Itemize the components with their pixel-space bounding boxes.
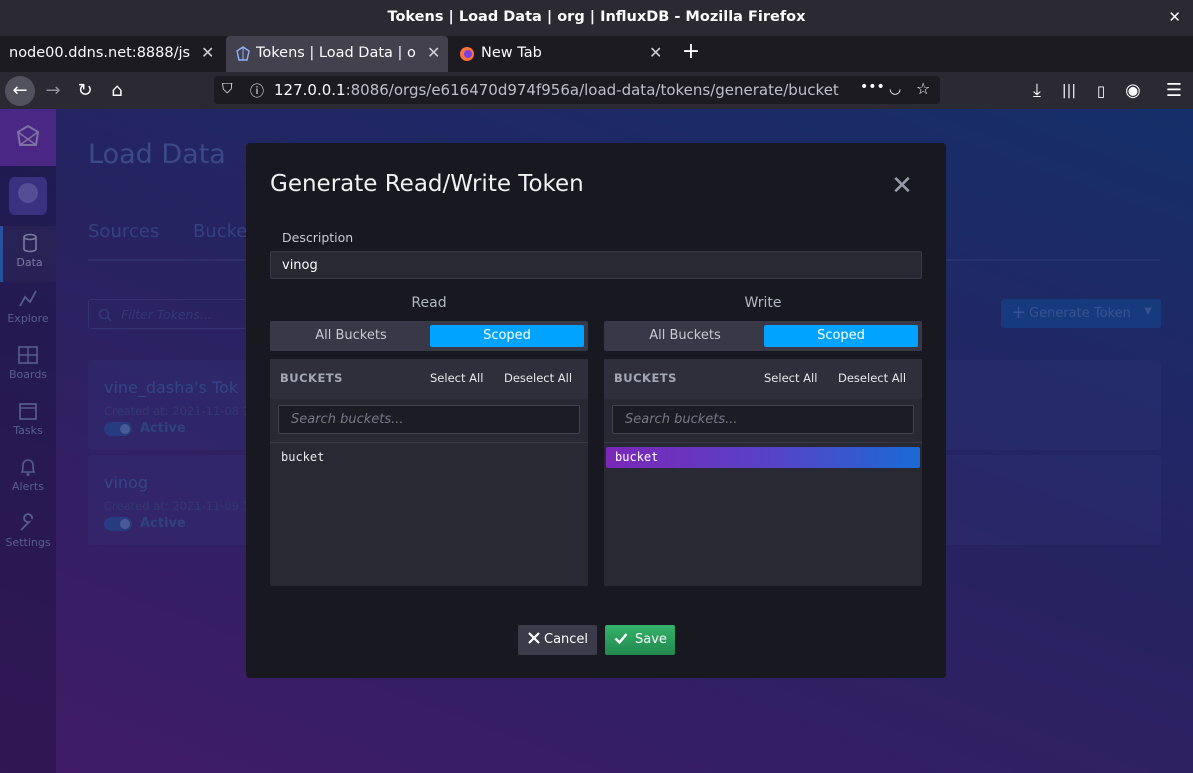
influxdb-favicon-icon <box>236 46 250 61</box>
downloads-icon[interactable]: ⤓ <box>1023 77 1051 105</box>
write-deselect-all-button[interactable]: Deselect All <box>838 371 906 385</box>
save-button[interactable]: Save <box>605 625 675 655</box>
tab-label: New Tab <box>481 45 542 61</box>
influxdb-app: Data Explore Boards Tasks Alerts Setting… <box>0 109 1193 773</box>
read-buckets-title: BUCKETS <box>280 371 343 385</box>
pocket-icon[interactable]: ◡ <box>889 81 901 97</box>
close-icon[interactable]: ✕ <box>890 173 914 199</box>
description-label: Description <box>282 230 354 245</box>
write-bucket-search-input[interactable]: Search buckets... <box>612 405 914 434</box>
description-input[interactable]: vinog <box>270 251 922 279</box>
back-arrow-icon[interactable]: ← <box>5 76 35 106</box>
write-buckets-panel: BUCKETS Select All Deselect All Search b… <box>604 359 922 586</box>
read-select-all-button[interactable]: Select All <box>430 371 483 385</box>
write-all-buckets-option[interactable]: All Buckets <box>608 325 762 347</box>
write-buckets-header: BUCKETS Select All Deselect All <box>604 359 922 399</box>
description-value: vinog <box>282 258 318 273</box>
bookmark-star-icon[interactable]: ☆ <box>916 79 930 98</box>
tab-label: node00.ddns.net:8888/js <box>9 45 191 61</box>
url-text[interactable]: 127.0.0.1:8086/orgs/e616470d974f956a/loa… <box>274 81 854 99</box>
checkmark-icon <box>614 633 628 645</box>
tab-node00[interactable]: node00.ddns.net:8888/js ✕ <box>0 36 224 72</box>
library-icon[interactable]: ||| <box>1055 77 1083 105</box>
read-deselect-all-button[interactable]: Deselect All <box>504 371 572 385</box>
window-close-icon[interactable]: ✕ <box>1168 8 1181 26</box>
modal-title: Generate Read/Write Token <box>270 171 584 197</box>
cancel-button[interactable]: Cancel <box>518 625 597 655</box>
divider <box>270 442 588 443</box>
url-bar[interactable]: ⛉ ⓘ 127.0.0.1:8086/orgs/e616470d974f956a… <box>214 76 940 104</box>
menu-hamburger-icon[interactable]: ☰ <box>1160 77 1188 105</box>
cancel-label: Cancel <box>544 632 589 647</box>
url-host: 127.0.0.1 <box>274 81 346 99</box>
write-buckets-title: BUCKETS <box>614 371 677 385</box>
url-path: :8086/orgs/e616470d974f956a/load-data/to… <box>345 81 839 99</box>
home-icon[interactable]: ⌂ <box>103 77 131 105</box>
shield-icon[interactable]: ⛉ <box>222 81 233 97</box>
site-info-icon[interactable]: ⓘ <box>250 81 264 101</box>
read-bucket-item[interactable]: bucket <box>272 447 586 468</box>
tab-tokens[interactable]: Tokens | Load Data | o ✕ <box>226 36 448 72</box>
read-scoped-option[interactable]: Scoped <box>430 325 584 347</box>
sidebar-toggle-icon[interactable]: ▯ <box>1087 77 1115 105</box>
write-search-placeholder: Search buckets... <box>625 412 738 427</box>
generate-token-modal: Generate Read/Write Token ✕ Description … <box>246 143 946 678</box>
window-title: Tokens | Load Data | org | InfluxDB - Mo… <box>387 9 806 25</box>
tab-label: Tokens | Load Data | o <box>256 45 416 61</box>
tab-new-tab[interactable]: New Tab ✕ <box>450 36 672 72</box>
read-all-buckets-option[interactable]: All Buckets <box>274 325 428 347</box>
read-heading: Read <box>411 295 447 311</box>
reload-icon[interactable]: ↻ <box>71 77 99 105</box>
write-heading: Write <box>744 295 782 311</box>
new-tab-plus-icon[interactable]: + <box>680 41 702 63</box>
read-scope-toggle: All Buckets Scoped <box>270 321 588 351</box>
write-bucket-item-selected[interactable]: bucket <box>606 447 920 468</box>
read-search-placeholder: Search buckets... <box>291 412 404 427</box>
read-buckets-header: BUCKETS Select All Deselect All <box>270 359 588 399</box>
write-scoped-option[interactable]: Scoped <box>764 325 918 347</box>
account-icon[interactable]: ◉ <box>1119 77 1147 105</box>
divider <box>604 442 922 443</box>
write-scope-toggle: All Buckets Scoped <box>604 321 922 351</box>
tab-close-icon[interactable]: ✕ <box>649 43 662 62</box>
tab-close-icon[interactable]: ✕ <box>427 43 440 62</box>
window-titlebar: Tokens | Load Data | org | InfluxDB - Mo… <box>0 0 1193 36</box>
tab-bar: node00.ddns.net:8888/js ✕ Tokens | Load … <box>0 36 1193 72</box>
read-bucket-search-input[interactable]: Search buckets... <box>278 405 580 434</box>
tab-close-icon[interactable]: ✕ <box>201 43 214 62</box>
close-x-icon <box>528 632 540 644</box>
firefox-icon <box>460 47 474 61</box>
page-actions-icon[interactable]: ••• <box>860 79 885 95</box>
forward-arrow-icon[interactable]: → <box>39 77 67 105</box>
save-label: Save <box>635 632 667 647</box>
write-select-all-button[interactable]: Select All <box>764 371 817 385</box>
read-buckets-panel: BUCKETS Select All Deselect All Search b… <box>270 359 588 586</box>
